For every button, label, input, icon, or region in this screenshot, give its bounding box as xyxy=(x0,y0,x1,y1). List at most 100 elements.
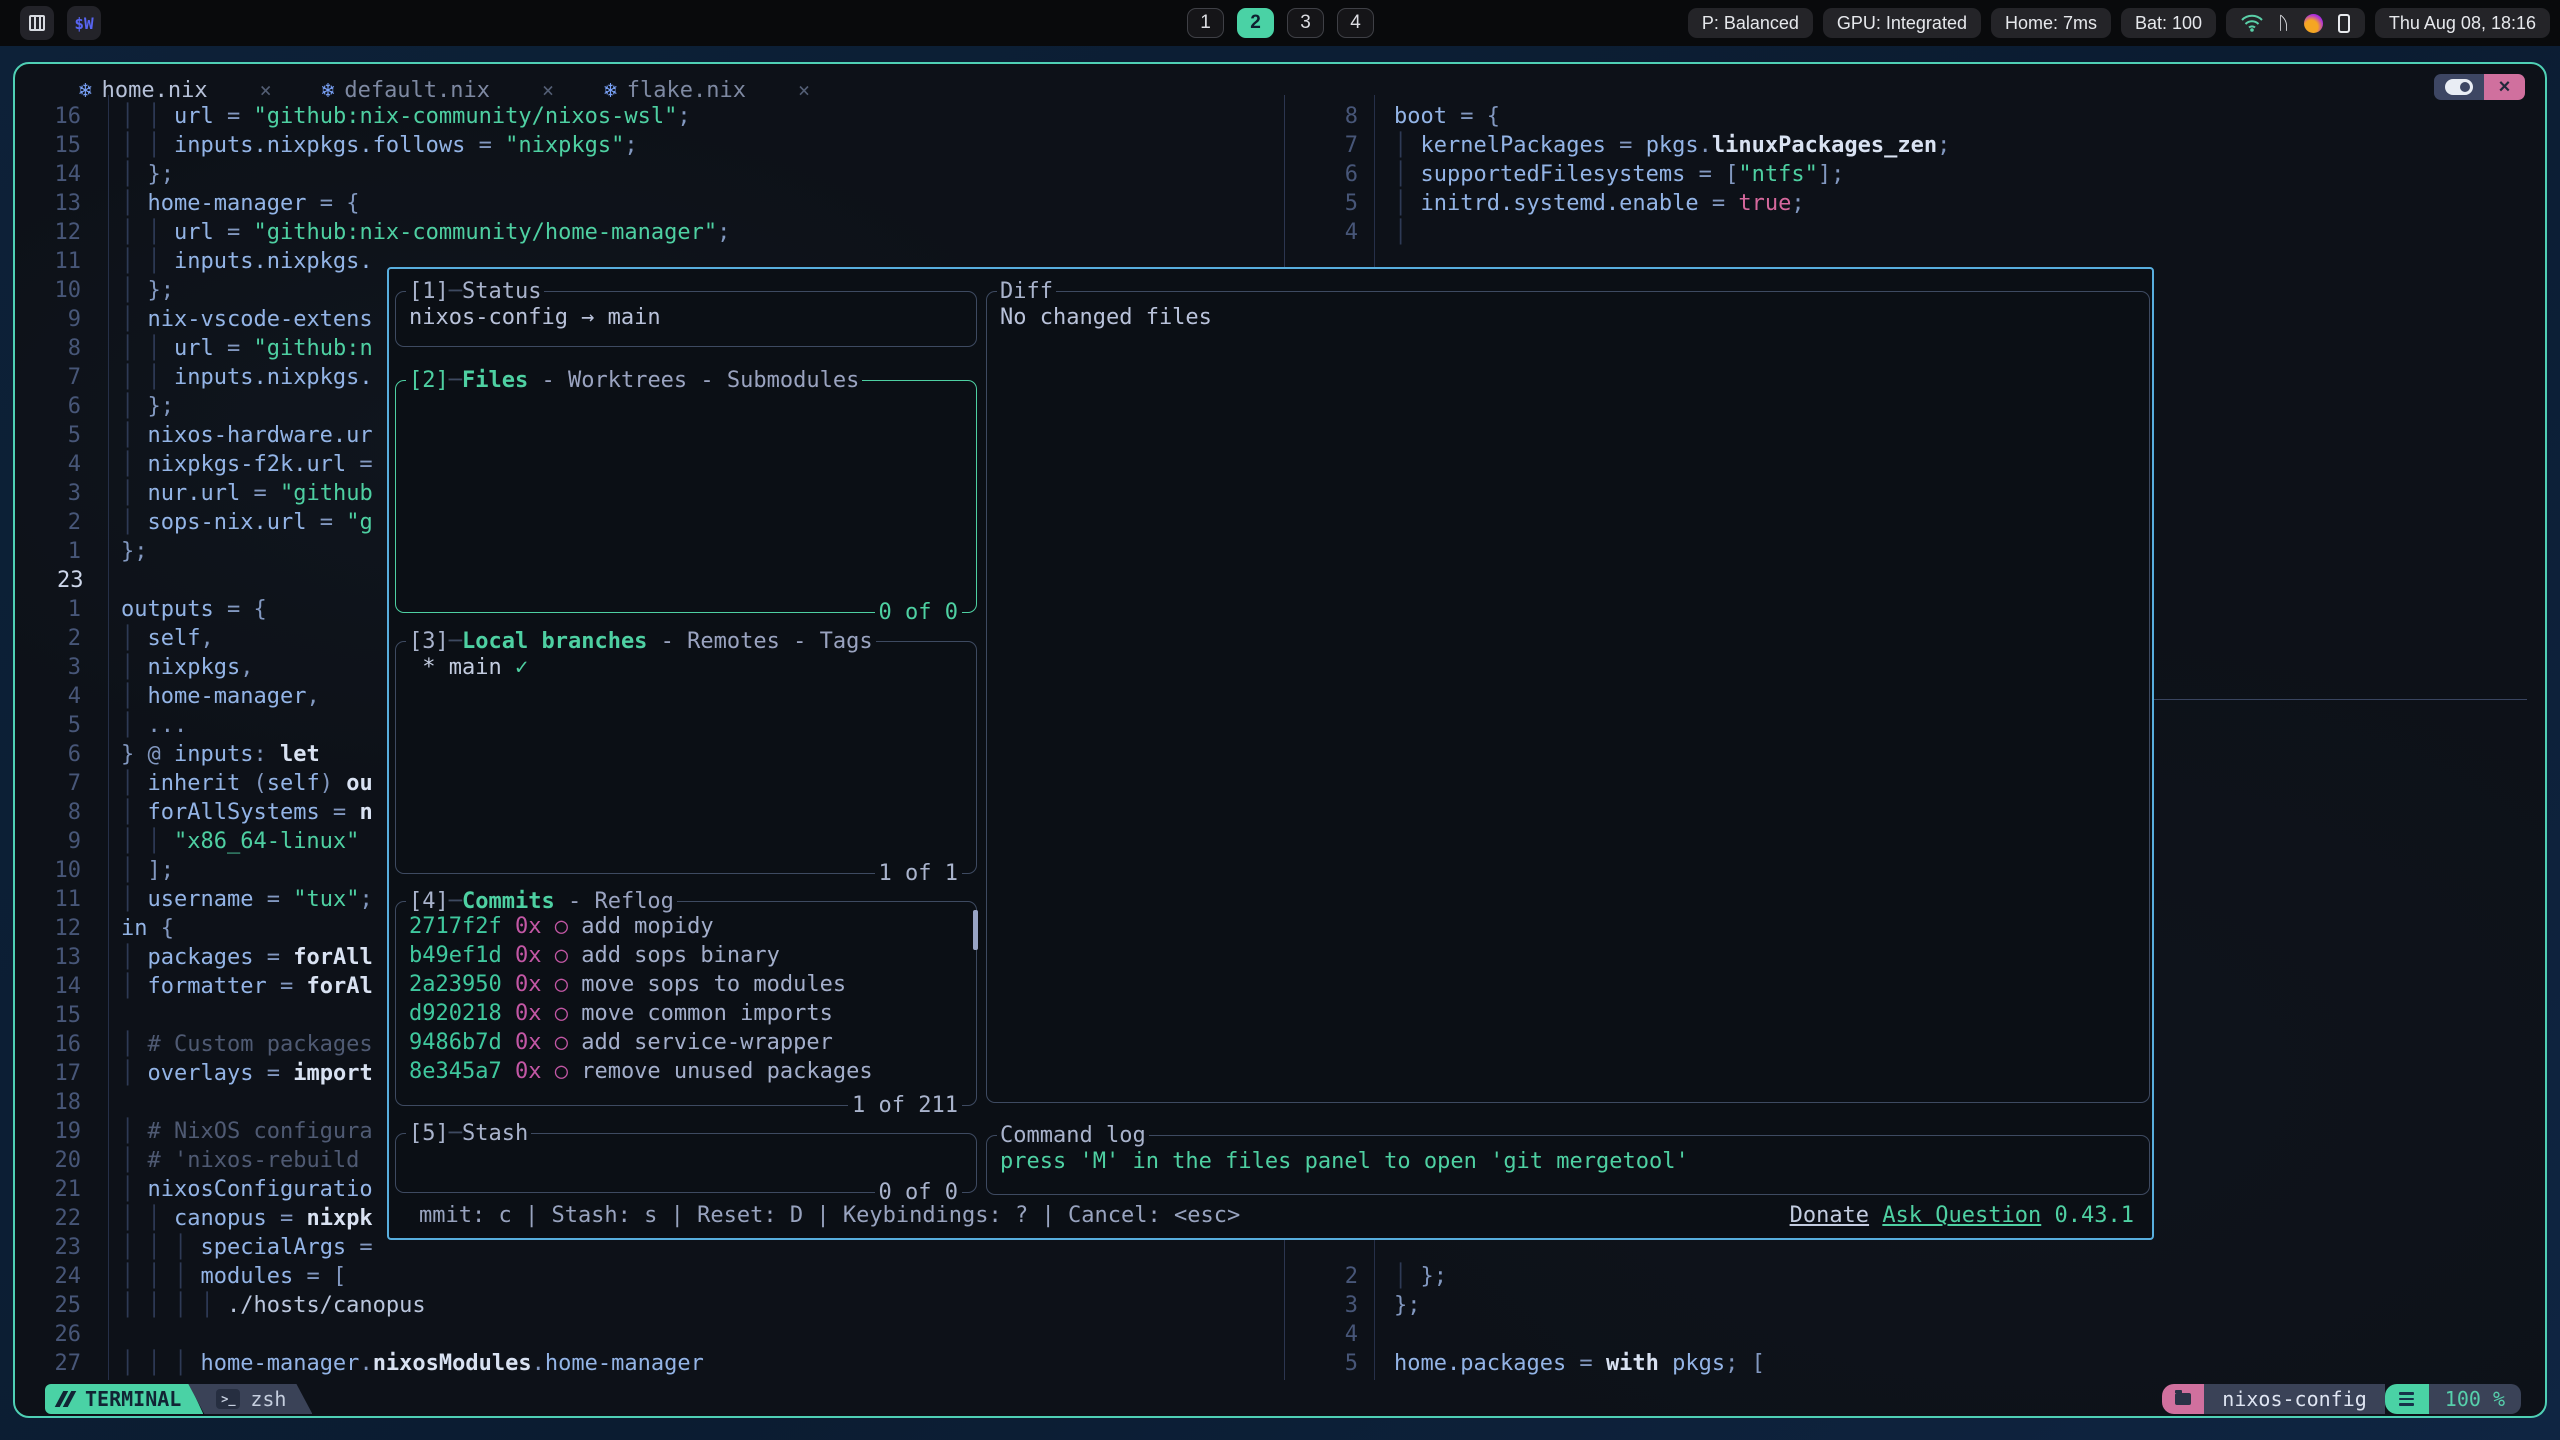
commit-row[interactable]: 2a23950 0x ○ move sops to modules xyxy=(396,970,976,999)
code-token: = xyxy=(253,945,293,970)
tab-close-icon[interactable]: × xyxy=(260,78,272,102)
phone-icon[interactable] xyxy=(2338,14,2350,33)
code-token: │ xyxy=(1394,133,1421,158)
lazygit-status-panel[interactable]: nixos-config → main [1]─Status xyxy=(395,291,977,347)
line-number: 14 xyxy=(15,160,81,189)
code-token: ... xyxy=(148,713,188,738)
commits-scrollbar[interactable] xyxy=(973,910,978,950)
ask-question-link[interactable]: Ask Question xyxy=(1882,1203,2041,1228)
code-token: ; [ xyxy=(1725,1351,1765,1376)
code-token: nur.url xyxy=(148,481,241,506)
line-number: 21 xyxy=(15,1175,81,1204)
pane-split-horizontal[interactable] xyxy=(2115,699,2527,700)
code-token: ; xyxy=(1937,133,1950,158)
window-toggle-button[interactable] xyxy=(2434,74,2484,100)
commit-hash: d920218 xyxy=(409,1001,502,1026)
tab-close-icon[interactable]: × xyxy=(542,78,554,102)
code-token: nixpkgs-f2k.url xyxy=(148,452,347,477)
code-token: home.packages xyxy=(1394,1351,1566,1376)
lazygit-diff-panel[interactable]: No changed files Diff xyxy=(986,291,2150,1103)
line-number: 4 xyxy=(15,682,81,711)
line-number: 5 xyxy=(1302,1349,1358,1378)
code-token: ) xyxy=(320,771,347,796)
workspace-button-3[interactable]: 3 xyxy=(1287,8,1324,38)
code-token: = xyxy=(1699,191,1739,216)
commit-row[interactable]: 2717f2f 0x ○ add mopidy xyxy=(396,912,976,941)
line-number: 5 xyxy=(15,711,81,740)
commit-graph-icon: ○ xyxy=(555,1059,582,1084)
workspace-badge-button[interactable]: $W xyxy=(67,6,101,40)
window-close-button[interactable]: × xyxy=(2484,74,2525,100)
code-token: = xyxy=(320,800,360,825)
line-number: 13 xyxy=(15,943,81,972)
panel-count: 1 of 211 xyxy=(848,1091,962,1120)
code-token: url xyxy=(174,104,214,129)
lazygit-command-log-panel[interactable]: press 'M' in the files panel to open 'gi… xyxy=(986,1135,2150,1195)
status-pill-group: P: BalancedGPU: IntegratedHome: 7msBat: … xyxy=(1688,8,2216,38)
code-token: pkgs xyxy=(1646,133,1699,158)
code-text: │ │ │ home-manager.nixosModules.home-man… xyxy=(81,1349,704,1378)
code-token: true xyxy=(1738,191,1791,216)
commit-row[interactable]: b49ef1d 0x ○ add sops binary xyxy=(396,941,976,970)
code-text: boot = { xyxy=(1358,102,1500,131)
code-text: │ │ url = "github:nix-community/home-man… xyxy=(81,218,730,247)
code-token: }; xyxy=(148,394,175,419)
wifi-icon[interactable] xyxy=(2241,14,2263,32)
workspace-button-1[interactable]: 1 xyxy=(1187,8,1224,38)
editor-pane-right-top: 8boot = {7│ kernelPackages = pkgs.linuxP… xyxy=(1302,102,1950,247)
workspace-button-4[interactable]: 4 xyxy=(1337,8,1374,38)
media-icon[interactable] xyxy=(2304,14,2323,33)
code-text: │ overlays = import xyxy=(81,1059,373,1088)
panel-dash: ─ xyxy=(449,279,462,304)
code-text: │ formatter = forAl xyxy=(81,972,373,1001)
tab-home.nix[interactable]: ❄home.nix× xyxy=(79,78,272,103)
code-token: forAl xyxy=(306,974,372,999)
code-token: │ xyxy=(121,626,148,651)
commit-row[interactable]: d920218 0x ○ move common imports xyxy=(396,999,976,1028)
code-text xyxy=(81,566,121,595)
code-token: in xyxy=(121,916,148,941)
lazygit-branches-panel[interactable]: * main ✓ [3]─Local branches - Remotes - … xyxy=(395,641,977,874)
commit-row[interactable]: 9486b7d 0x ○ add service-wrapper xyxy=(396,1028,976,1057)
code-text: │ # 'nixos-rebuild xyxy=(81,1146,359,1175)
commit-row[interactable]: 8e345a7 0x ○ remove unused packages xyxy=(396,1057,976,1086)
donate-link[interactable]: Donate xyxy=(1790,1203,1869,1228)
tab-default.nix[interactable]: ❄default.nix× xyxy=(322,78,554,103)
code-token: ]; xyxy=(148,858,175,883)
code-token: }; xyxy=(148,162,175,187)
commit-graph-icon: ○ xyxy=(555,914,582,939)
code-token: = xyxy=(346,1235,373,1260)
code-line: 16│ │ url = "github:nix-community/nixos-… xyxy=(15,102,730,131)
code-token: ; xyxy=(677,104,690,129)
terminal-window: ❄home.nix× ❄default.nix× ❄flake.nix× × 16│… xyxy=(13,62,2547,1418)
lazygit-commits-panel[interactable]: 2717f2f 0x ○ add mopidyb49ef1d 0x ○ add … xyxy=(395,901,977,1106)
code-token: │ │ xyxy=(121,220,174,245)
code-token: │ xyxy=(1394,220,1407,245)
tab-flake.nix[interactable]: ❄flake.nix× xyxy=(604,78,810,103)
bluetooth-icon[interactable]: ᚢ xyxy=(2278,13,2289,34)
app-launcher-button[interactable] xyxy=(20,6,54,40)
line-number: 7 xyxy=(15,363,81,392)
panel-name[interactable]: Files xyxy=(462,368,528,393)
panel-tabs[interactable]: - Remotes - Tags xyxy=(647,629,872,654)
code-text: │ }; xyxy=(81,392,174,421)
line-number: 20 xyxy=(15,1146,81,1175)
tab-close-icon[interactable]: × xyxy=(798,78,810,102)
line-number: 9 xyxy=(15,827,81,856)
workspace-button-2[interactable]: 2 xyxy=(1237,8,1274,38)
close-icon: × xyxy=(2499,76,2511,99)
panel-tabs[interactable]: - Reflog xyxy=(555,889,674,914)
code-line: 24│ │ │ modules = [ xyxy=(15,1262,730,1291)
commit-push-marker: 0x xyxy=(502,972,555,997)
lazygit-stash-panel[interactable]: [5]─Stash0 of 0 xyxy=(395,1133,977,1193)
code-token: kernelPackages xyxy=(1421,133,1606,158)
code-text: │ supportedFilesystems = ["ntfs"]; xyxy=(1358,160,1844,189)
code-token: , xyxy=(200,626,213,651)
panel-tabs[interactable]: - Worktrees - Submodules xyxy=(528,368,859,393)
panel-name: Local branches xyxy=(462,629,647,654)
lazygit-files-panel[interactable]: [2]─Files - Worktrees - Submodules0 of 0 xyxy=(395,380,977,613)
editor-pane-right-bottom: 2│ };3};45home.packages = with pkgs; [ xyxy=(1302,1262,1765,1378)
commit-graph-icon: ○ xyxy=(555,943,582,968)
code-token: │ xyxy=(121,1061,148,1086)
code-token: # NixOS configura xyxy=(148,1119,373,1144)
